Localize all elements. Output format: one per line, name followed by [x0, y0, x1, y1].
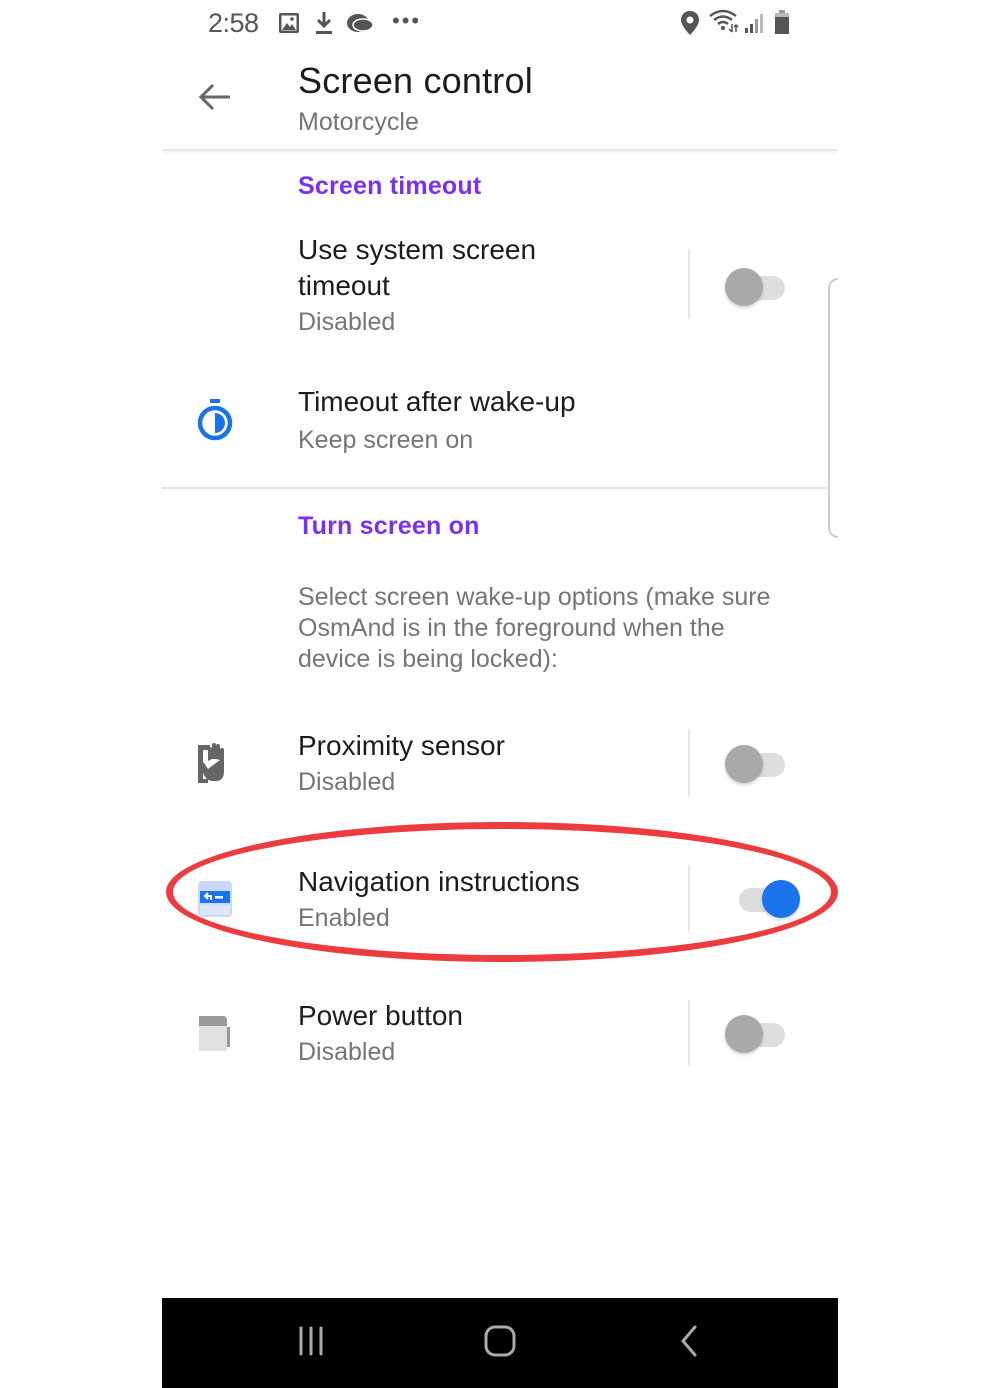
- section-description: Select screen wake-up options (make sure…: [298, 583, 771, 673]
- chevron-left-icon: [677, 1324, 701, 1363]
- power-button-row[interactable]: Power button Disabled: [162, 996, 838, 1086]
- home-icon: [483, 1324, 517, 1363]
- row-status: Disabled: [298, 1038, 396, 1066]
- row-title: Navigation instructions: [298, 866, 580, 897]
- proximity-sensor-toggle[interactable]: [725, 743, 787, 783]
- back-button[interactable]: [192, 76, 238, 122]
- signal-icon: [744, 12, 766, 39]
- more-dots-icon: •••: [392, 8, 422, 33]
- page-subtitle: Motorcycle: [298, 108, 419, 136]
- power-button-toggle[interactable]: [725, 1013, 787, 1053]
- toggle-thumb: [725, 1015, 763, 1053]
- toggle-thumb: [762, 880, 800, 918]
- battery-icon: [774, 9, 790, 40]
- row-title-line-1: Use system screen: [298, 234, 537, 265]
- arrow-back-icon: [198, 82, 232, 117]
- location-icon: [680, 10, 700, 41]
- row-title: Proximity sensor: [298, 730, 505, 761]
- wifi-icon: [708, 8, 740, 39]
- status-bar: 2:58 •••: [162, 0, 838, 48]
- section-header-screen-timeout: Screen timeout: [298, 172, 482, 200]
- power-button-icon: [192, 1010, 238, 1056]
- vertical-separator: [688, 250, 690, 318]
- scrollbar[interactable]: [828, 278, 838, 538]
- use-system-screen-timeout-row[interactable]: Use system screen timeout Disabled: [162, 228, 838, 358]
- row-status: Keep screen on: [298, 426, 474, 454]
- app-notification-icon: [346, 12, 374, 39]
- toggle-thumb: [725, 745, 763, 783]
- navigation-instructions-toggle[interactable]: [725, 878, 800, 918]
- section-divider: [162, 487, 828, 489]
- hand-phone-icon: [192, 740, 238, 786]
- proximity-sensor-row[interactable]: Proximity sensor Disabled: [162, 726, 838, 816]
- timeout-after-wake-up-row[interactable]: Timeout after wake-up Keep screen on: [162, 380, 838, 480]
- status-time: 2:58: [208, 8, 259, 38]
- row-status: Enabled: [298, 904, 390, 932]
- row-title: Power button: [298, 1000, 463, 1031]
- page-title: Screen control: [298, 60, 533, 101]
- system-navigation-bar: [162, 1298, 838, 1388]
- navigation-instruction-icon: [192, 876, 238, 922]
- home-button[interactable]: [475, 1320, 525, 1366]
- row-title: Use system screen timeout: [298, 232, 536, 304]
- vertical-separator: [688, 730, 690, 796]
- vertical-separator: [688, 1000, 690, 1066]
- system-back-button[interactable]: [664, 1320, 714, 1366]
- row-status: Disabled: [298, 768, 396, 796]
- row-status: Disabled: [298, 308, 396, 336]
- navigation-instructions-row[interactable]: Navigation instructions Enabled: [162, 862, 838, 952]
- vertical-separator: [688, 866, 690, 932]
- stopwatch-icon: [192, 396, 238, 442]
- row-title-line-2: timeout: [298, 270, 390, 301]
- row-title: Timeout after wake-up: [298, 386, 576, 417]
- recent-apps-icon: [296, 1326, 326, 1361]
- recent-apps-button[interactable]: [286, 1320, 336, 1366]
- toggle-thumb: [725, 268, 763, 306]
- section-header-turn-screen-on: Turn screen on: [298, 512, 480, 540]
- gallery-icon: [278, 12, 300, 39]
- toolbar: Screen control Motorcycle: [162, 48, 838, 151]
- use-system-screen-timeout-toggle[interactable]: [725, 266, 787, 306]
- phone-screen: 2:58 ••• Screen control Motorcycle Scree…: [162, 0, 838, 1388]
- download-icon: [314, 10, 334, 41]
